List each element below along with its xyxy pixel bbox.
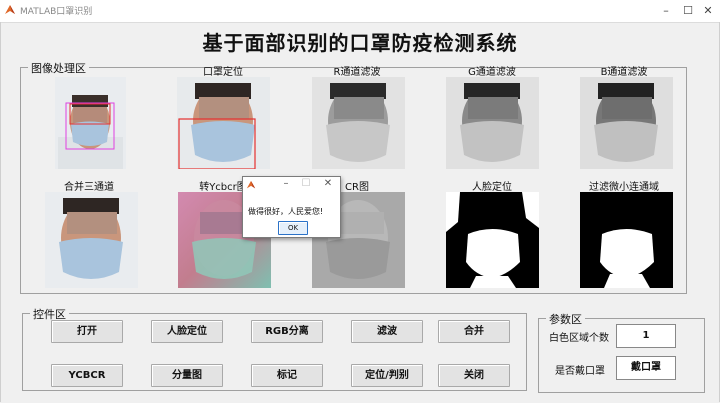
matlab-icon <box>246 180 256 189</box>
image-mask-locate <box>177 77 270 169</box>
image-b-filter <box>580 77 673 169</box>
matlab-icon <box>5 5 15 14</box>
image-merged <box>45 192 138 288</box>
image-label-mask-locate: 口罩定位 <box>203 67 243 78</box>
dialog-maximize-button: ☐ <box>301 178 311 189</box>
open-button[interactable]: 打开 <box>51 320 123 343</box>
image-g-filter <box>446 77 539 169</box>
image-original <box>55 77 126 169</box>
mask-status-label: 是否戴口罩 <box>555 366 605 377</box>
face-locate-button[interactable]: 人脸定位 <box>151 320 223 343</box>
image-filter-small-regions <box>580 192 673 288</box>
close-button[interactable]: 关闭 <box>438 364 510 387</box>
image-panel-label: 图像处理区 <box>28 60 89 76</box>
mark-button[interactable]: 标记 <box>251 364 323 387</box>
minimize-button[interactable]: – <box>656 2 676 20</box>
image-label-b-filter: B通道滤波 <box>600 67 648 78</box>
image-r-filter <box>312 77 405 169</box>
image-label-filter-small: 过滤微小连通域 <box>589 182 659 193</box>
component-map-button[interactable]: 分量图 <box>151 364 223 387</box>
window-titlebar: MATLAB口罩识别 – ☐ ✕ <box>0 0 720 23</box>
image-label-r-filter: R通道滤波 <box>333 67 381 78</box>
white-region-count-field[interactable]: 1 <box>616 324 676 348</box>
window-title: MATLAB口罩识别 <box>20 7 93 17</box>
white-region-count-label: 白色区域个数 <box>549 333 609 344</box>
image-face-locate <box>446 192 539 288</box>
dialog-close-button[interactable]: ✕ <box>321 178 335 189</box>
dialog-minimize-button[interactable]: – <box>279 178 293 189</box>
dialog-message: 做得很好，人民爱您! <box>248 207 324 216</box>
page-title: 基于面部识别的口罩防疫检测系统 <box>202 31 518 55</box>
ycbcr-button[interactable]: YCBCR <box>51 364 123 387</box>
mask-status-field[interactable]: 戴口罩 <box>616 356 676 380</box>
param-panel-label: 参数区 <box>546 311 585 327</box>
image-label-face-locate: 人脸定位 <box>472 182 512 193</box>
maximize-button[interactable]: ☐ <box>678 2 698 20</box>
rgb-split-button[interactable]: RGB分离 <box>251 320 323 343</box>
dialog-ok-button[interactable]: OK <box>278 221 308 235</box>
filter-button[interactable]: 滤波 <box>351 320 423 343</box>
image-label-g-filter: G通道滤波 <box>468 67 516 78</box>
image-label-merge: 合并三通道 <box>64 182 114 193</box>
merge-button[interactable]: 合并 <box>438 320 510 343</box>
locate-judge-button[interactable]: 定位/判别 <box>351 364 423 387</box>
dialog-titlebar: – ☐ ✕ <box>243 177 340 194</box>
close-window-button[interactable]: ✕ <box>698 2 718 20</box>
